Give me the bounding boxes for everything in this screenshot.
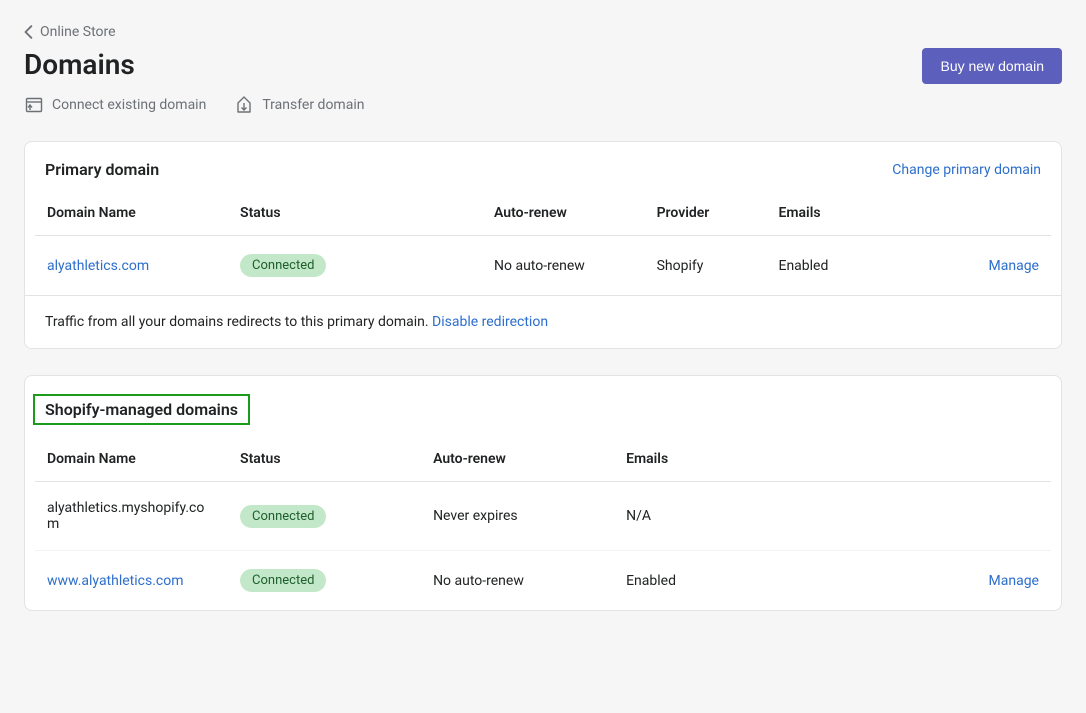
cell-emails: N/A xyxy=(614,482,919,551)
status-badge: Connected xyxy=(240,569,326,592)
col-header-emails: Emails xyxy=(614,437,919,482)
col-header-autorenew: Auto-renew xyxy=(482,191,645,236)
chevron-left-icon xyxy=(24,25,34,39)
table-row: alyathletics.com Connected No auto-renew… xyxy=(35,236,1051,296)
col-header-name: Domain Name xyxy=(35,437,228,482)
table-row: www.alyathletics.com Connected No auto-r… xyxy=(35,551,1051,611)
col-header-status: Status xyxy=(228,191,482,236)
connect-existing-domain-label: Connect existing domain xyxy=(52,97,206,113)
connect-domain-icon xyxy=(24,95,44,115)
shopify-managed-table: Domain Name Status Auto-renew Emails aly… xyxy=(35,437,1051,610)
transfer-domain-label: Transfer domain xyxy=(262,97,364,113)
col-header-emails: Emails xyxy=(766,191,949,236)
col-header-provider: Provider xyxy=(645,191,767,236)
primary-domain-footer: Traffic from all your domains redirects … xyxy=(25,295,1061,348)
domain-name-link[interactable]: alyathletics.com xyxy=(47,258,149,274)
primary-domain-card: Primary domain Change primary domain Dom… xyxy=(24,141,1062,349)
table-row: alyathletics.myshopify.com Connected Nev… xyxy=(35,482,1051,551)
buy-new-domain-button[interactable]: Buy new domain xyxy=(922,48,1062,84)
domain-name-link[interactable]: www.alyathletics.com xyxy=(47,573,184,589)
cell-autorenew: Never expires xyxy=(421,482,614,551)
breadcrumb[interactable]: Online Store xyxy=(24,24,116,40)
domain-name-text: alyathletics.myshopify.com xyxy=(35,482,228,551)
shopify-managed-domains-card: Shopify-managed domains Domain Name Stat… xyxy=(24,375,1062,611)
connect-existing-domain-link[interactable]: Connect existing domain xyxy=(24,95,206,115)
transfer-domain-icon xyxy=(234,95,254,115)
col-header-status: Status xyxy=(228,437,421,482)
status-badge: Connected xyxy=(240,505,326,528)
transfer-domain-link[interactable]: Transfer domain xyxy=(234,95,364,115)
cell-emails: Enabled xyxy=(614,551,919,611)
breadcrumb-label: Online Store xyxy=(40,24,116,40)
change-primary-domain-link[interactable]: Change primary domain xyxy=(892,162,1041,178)
disable-redirection-link[interactable]: Disable redirection xyxy=(432,314,548,330)
cell-autorenew: No auto-renew xyxy=(482,236,645,296)
manage-link[interactable]: Manage xyxy=(989,573,1039,589)
page-title: Domains xyxy=(24,48,364,81)
primary-domain-table: Domain Name Status Auto-renew Provider E… xyxy=(35,191,1051,295)
shopify-managed-title: Shopify-managed domains xyxy=(45,400,238,419)
manage-link[interactable]: Manage xyxy=(989,258,1039,274)
primary-domain-title: Primary domain xyxy=(45,160,159,179)
cell-autorenew: No auto-renew xyxy=(421,551,614,611)
highlight-box: Shopify-managed domains xyxy=(33,394,250,425)
footer-text: Traffic from all your domains redirects … xyxy=(45,314,432,330)
col-header-autorenew: Auto-renew xyxy=(421,437,614,482)
status-badge: Connected xyxy=(240,254,326,277)
cell-provider: Shopify xyxy=(645,236,767,296)
cell-emails: Enabled xyxy=(766,236,949,296)
col-header-name: Domain Name xyxy=(35,191,228,236)
